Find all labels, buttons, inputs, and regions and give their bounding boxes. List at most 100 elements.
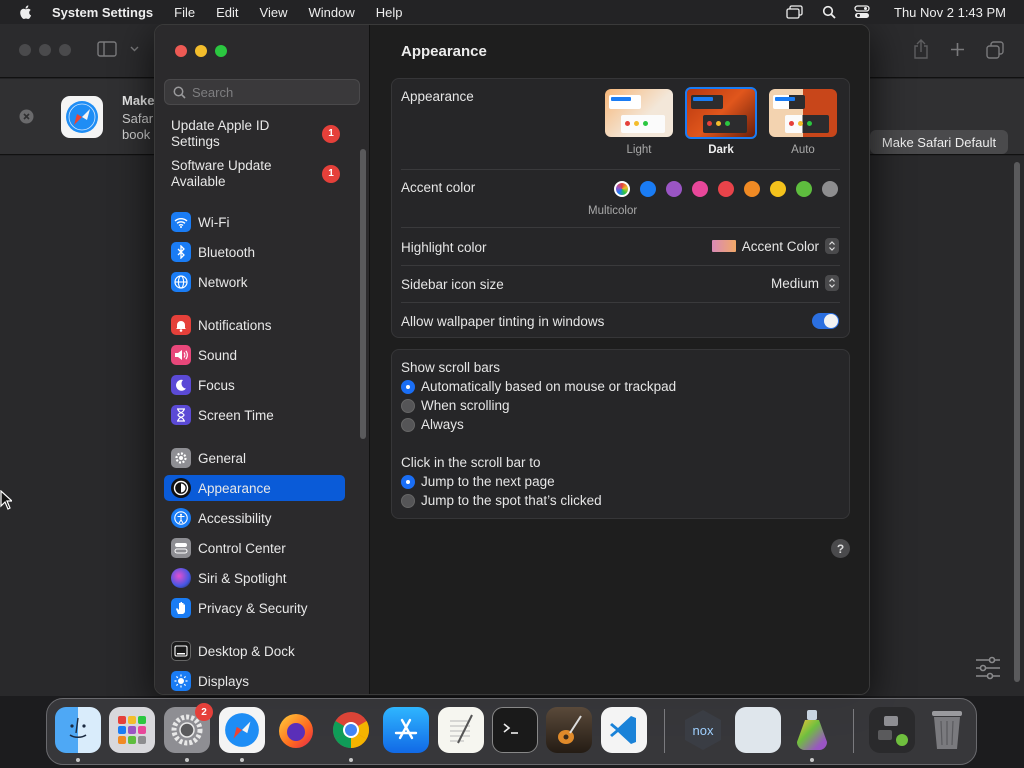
launchpad-icon[interactable] <box>109 707 155 753</box>
appearance-icon <box>171 478 191 498</box>
spotlight-search-icon[interactable] <box>822 5 836 19</box>
running-indicator <box>240 758 244 762</box>
sidebar-toggle-icon[interactable] <box>97 41 117 57</box>
theme-light-option[interactable] <box>605 89 673 137</box>
bluetooth-icon <box>171 242 191 262</box>
share-icon[interactable] <box>912 39 930 59</box>
sidebar-item-appearance[interactable]: Appearance <box>164 475 345 501</box>
downloads-stack-icon[interactable] <box>869 707 915 753</box>
sidebar-item-notifications[interactable]: Notifications <box>164 312 345 338</box>
safari-zoom-button[interactable] <box>59 44 71 56</box>
menu-file[interactable]: File <box>174 5 195 20</box>
toggle-knob <box>824 314 838 328</box>
highlight-color-popup[interactable]: Accent Color <box>711 238 839 254</box>
jump-to-spot-option[interactable]: Jump to the spot that’s clicked <box>401 493 602 508</box>
help-button[interactable]: ? <box>831 539 850 558</box>
control-center-icon[interactable] <box>854 5 870 19</box>
tab-overview-icon[interactable] <box>986 41 1004 59</box>
sidebar-item-bluetooth[interactable]: Bluetooth <box>164 239 345 265</box>
search-input[interactable] <box>192 84 342 100</box>
accent-yellow-swatch[interactable] <box>770 181 786 197</box>
banner-text-line: book <box>122 127 151 142</box>
theme-auto-option[interactable] <box>769 89 837 137</box>
sidebar-item-sound[interactable]: Sound <box>164 342 345 368</box>
jump-next-page-option[interactable]: Jump to the next page <box>401 474 555 489</box>
vscode-icon[interactable] <box>601 707 647 753</box>
firefox-icon[interactable] <box>273 707 319 753</box>
safari-icon[interactable] <box>219 707 265 753</box>
app-store-icon[interactable] <box>383 707 429 753</box>
theme-dark-option[interactable] <box>685 87 757 139</box>
sidebar-item-network[interactable]: Network <box>164 269 345 295</box>
accent-pink-swatch[interactable] <box>692 181 708 197</box>
accent-green-swatch[interactable] <box>796 181 812 197</box>
safari-close-button[interactable] <box>19 44 31 56</box>
accent-orange-swatch[interactable] <box>744 181 760 197</box>
new-tab-icon[interactable] <box>950 42 965 57</box>
scrollbars-auto-option[interactable]: Automatically based on mouse or trackpad <box>401 379 676 394</box>
sidebar-item-screen-time[interactable]: Screen Time <box>164 402 345 428</box>
accent-multicolor-swatch[interactable] <box>614 181 630 197</box>
radio-unselected[interactable] <box>401 398 415 413</box>
sidebar-item-wifi[interactable]: Wi-Fi <box>164 209 345 235</box>
app-menu[interactable]: System Settings <box>52 5 153 20</box>
minimize-button[interactable] <box>195 45 207 57</box>
close-icon[interactable] <box>19 109 34 124</box>
make-safari-default-button[interactable]: Make Safari Default <box>870 130 1008 154</box>
wallpaper-tinting-toggle[interactable] <box>812 313 839 329</box>
sidebar-item-label: Appearance <box>198 480 271 496</box>
scrollbars-always-option[interactable]: Always <box>401 417 464 432</box>
sidebar-item-general[interactable]: General <box>164 445 345 471</box>
chrome-icon[interactable] <box>328 707 374 753</box>
option-label: Jump to the next page <box>421 474 555 489</box>
preview-window-icon[interactable] <box>735 707 781 753</box>
menu-edit[interactable]: Edit <box>216 5 238 20</box>
accent-purple-swatch[interactable] <box>666 181 682 197</box>
sidebar-item-software-update[interactable]: Software Update Available 1 <box>164 156 345 192</box>
accent-blue-swatch[interactable] <box>640 181 656 197</box>
menu-view[interactable]: View <box>260 5 288 20</box>
sidebar-item-accessibility[interactable]: Accessibility <box>164 505 345 531</box>
radio-unselected[interactable] <box>401 493 415 508</box>
sidebar-item-siri-spotlight[interactable]: Siri & Spotlight <box>164 565 345 591</box>
sidebar-item-displays[interactable]: Displays <box>164 668 345 694</box>
search-field[interactable] <box>164 79 360 105</box>
close-button[interactable] <box>175 45 187 57</box>
sidebar-item-label: Privacy & Security <box>198 600 308 616</box>
apple-menu-icon[interactable] <box>18 4 34 20</box>
trash-icon[interactable] <box>924 707 970 753</box>
screen-mirroring-icon[interactable] <box>786 5 804 19</box>
sidebar-item-control-center[interactable]: Control Center <box>164 535 345 561</box>
sidebar-item-privacy-security[interactable]: Privacy & Security <box>164 595 345 621</box>
radio-selected[interactable] <box>401 379 415 394</box>
safari-scrollbar[interactable] <box>1014 162 1020 682</box>
sidebar-item-update-apple-id[interactable]: Update Apple ID Settings 1 <box>164 116 345 152</box>
menu-help[interactable]: Help <box>376 5 403 20</box>
menu-window[interactable]: Window <box>308 5 354 20</box>
safari-minimize-button[interactable] <box>39 44 51 56</box>
garageband-icon[interactable] <box>546 707 592 753</box>
menubar-clock[interactable]: Thu Nov 2 1:43 PM <box>894 5 1006 20</box>
accessibility-icon <box>171 508 191 528</box>
scrollbars-when-scrolling-option[interactable]: When scrolling <box>401 398 510 413</box>
customize-start-page-icon[interactable] <box>975 656 1001 680</box>
option-label: Automatically based on mouse or trackpad <box>421 379 677 394</box>
hourglass-icon <box>171 405 191 425</box>
chevron-down-icon[interactable] <box>130 46 139 52</box>
sidebar-icon-size-popup[interactable]: Medium <box>771 275 839 291</box>
sidebar-item-focus[interactable]: Focus <box>164 372 345 398</box>
accent-red-swatch[interactable] <box>718 181 734 197</box>
accent-graphite-swatch[interactable] <box>822 181 838 197</box>
zoom-button[interactable] <box>215 45 227 57</box>
notification-badge: 2 <box>195 703 213 721</box>
sidebar-item-label: Siri & Spotlight <box>198 570 287 586</box>
radio-selected[interactable] <box>401 474 415 489</box>
finder-icon[interactable] <box>55 707 101 753</box>
textedit-icon[interactable] <box>438 707 484 753</box>
radio-unselected[interactable] <box>401 417 415 432</box>
automator-icon[interactable] <box>789 707 835 753</box>
sidebar-item-desktop-dock[interactable]: Desktop & Dock <box>164 638 345 664</box>
nox-player-icon[interactable]: nox <box>680 707 726 753</box>
sidebar-scrollbar[interactable] <box>360 149 366 439</box>
terminal-icon[interactable] <box>492 707 538 753</box>
